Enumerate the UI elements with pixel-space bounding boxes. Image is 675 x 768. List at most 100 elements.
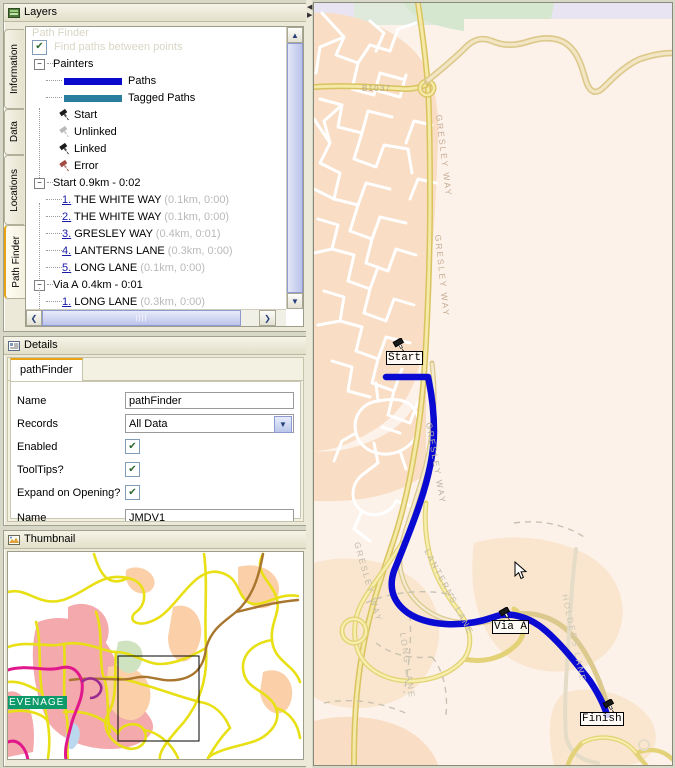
legend-item-linked[interactable]: Linked (26, 141, 286, 158)
layers-vertical-tabs: Information Data Locations Path Finder (4, 24, 26, 327)
layers-panel: Layers Information Data Locations Path F… (3, 3, 308, 332)
tree-hscroll-thumb[interactable]: |||| (42, 310, 241, 326)
vtab-data[interactable]: Data (4, 109, 24, 155)
leg-name: LANTERNS LANE (74, 245, 165, 257)
start-group-summary: 0.9km - 0:02 (79, 177, 141, 189)
scroll-left-icon: ❮ (30, 313, 38, 323)
scroll-down-button[interactable]: ▼ (287, 293, 303, 309)
enabled-check-glyph: ✔ (128, 440, 137, 452)
enabled-checkbox[interactable]: ✔ (125, 439, 140, 454)
field-row-records: Records All Data ▼ (17, 413, 294, 434)
legend-item-unlinked[interactable]: Unlinked (26, 124, 286, 141)
expand-on-opening-checkbox[interactable]: ✔ (125, 485, 140, 500)
records-select[interactable]: All Data ▼ (125, 414, 294, 433)
name-2-field[interactable]: JMDV1 (125, 509, 294, 521)
field-row-enabled: Enabled ✔ (17, 436, 294, 457)
svg-text:B1037: B1037 (362, 84, 391, 93)
tree-group-painters[interactable]: − Painters (26, 56, 286, 73)
legend-label-unlinked: Unlinked (74, 126, 117, 138)
vtab-locations-label: Locations (9, 168, 20, 212)
details-icon (8, 340, 20, 352)
map-canvas[interactable]: B1037 GRESLEY WAY GRESLEY WAY GRESLEY WA… (313, 2, 673, 766)
tree-group-via-a[interactable]: − Via A 0.4km - 0:01 (26, 277, 286, 294)
tree-group-start[interactable]: − Start 0.9km - 0:02 (26, 175, 286, 192)
leg-info: (0.3km, 0:00) (167, 245, 233, 257)
field-row-name-2: Name JMDV1 (17, 507, 294, 521)
splitter-collapse-arrows[interactable]: ◀ ▶ (307, 4, 312, 26)
details-panel-title-text: Details (24, 339, 58, 351)
thumbnail-panel: Thumbnail EVENAGE (3, 530, 308, 767)
scroll-up-button[interactable]: ▲ (287, 27, 303, 43)
leg-number: 5. (62, 262, 72, 274)
route-leg-row[interactable]: 1. THE WHITE WAY (0.1km, 0:00) (26, 192, 286, 209)
thumbnail-panel-body[interactable]: EVENAGE (7, 551, 304, 760)
vtab-path-finder[interactable]: Path Finder (4, 225, 26, 299)
legend-item-start[interactable]: Start (26, 107, 286, 124)
leg-number: 1. (62, 296, 72, 308)
thumbnail-icon (8, 534, 20, 546)
leg-number: 1. (62, 194, 72, 206)
leg-info: (0.4km, 0:01) (155, 228, 221, 240)
tree-vertical-scrollbar[interactable]: ▲ ▼ (286, 27, 303, 309)
thumbnail-map[interactable]: EVENAGE (8, 552, 303, 759)
field-label-expand-on-opening: Expand on Opening? (17, 486, 121, 499)
tree-root-row[interactable]: ✔ Find paths between points (26, 39, 286, 56)
path-finder-enabled-checkbox[interactable]: ✔ (32, 39, 47, 55)
legend-item-tagged-paths[interactable]: Tagged Paths (26, 90, 286, 107)
scroll-thumb-grip: |||| (135, 314, 148, 322)
start-group-expander[interactable]: − (34, 177, 45, 189)
marker-via-a[interactable]: Via A (492, 606, 530, 634)
mouse-cursor (514, 560, 528, 584)
details-panel-body: pathFinder Name pathFinder Records All D… (7, 357, 304, 522)
tree-vscroll-thumb[interactable] (287, 43, 303, 293)
vtab-locations[interactable]: Locations (4, 155, 24, 225)
route-leg-row[interactable]: 2. THE WHITE WAY (0.1km, 0:00) (26, 209, 286, 226)
vertical-splitter[interactable] (306, 0, 312, 768)
leg-name: LONG LANE (74, 262, 138, 274)
painters-expander[interactable]: − (34, 58, 45, 70)
details-panel-title: Details (4, 337, 307, 355)
leg-name: LONG LANE (74, 296, 138, 308)
tree-ghost-title: Path Finder (32, 27, 89, 39)
tab-path-finder[interactable]: pathFinder (10, 358, 83, 382)
route-leg-row[interactable]: 1. LONG LANE (0.3km, 0:00) (26, 294, 286, 309)
marker-finish[interactable]: Finish (580, 698, 624, 726)
chevron-down-icon[interactable]: ▼ (274, 416, 292, 433)
tree-horizontal-scrollbar[interactable]: ❮ |||| ❯ (26, 309, 286, 326)
name-field[interactable]: pathFinder (125, 392, 294, 409)
legend-item-paths[interactable]: Paths (26, 73, 286, 90)
via-a-group-summary: 0.4km - 0:01 (81, 279, 143, 291)
marker-start-label: Start (386, 351, 424, 365)
application-window: Layers Information Data Locations Path F… (0, 0, 675, 768)
leg-info: (0.1km, 0:00) (164, 211, 230, 223)
pin-icon-linked (58, 142, 72, 156)
legend-label-start: Start (74, 109, 98, 121)
field-row-name: Name pathFinder (17, 390, 294, 411)
scroll-down-icon: ▼ (291, 296, 299, 306)
leg-number: 4. (62, 245, 72, 257)
painters-label: Painters (53, 58, 94, 70)
scroll-left-button[interactable]: ❮ (26, 310, 42, 326)
legend-item-error[interactable]: Error (26, 158, 286, 175)
leg-name: GRESLEY WAY (74, 228, 153, 240)
route-leg-row[interactable]: 4. LANTERNS LANE (0.3km, 0:00) (26, 243, 286, 260)
tooltips-checkbox[interactable]: ✔ (125, 462, 140, 477)
expand-check-glyph: ✔ (128, 486, 137, 498)
scroll-up-icon: ▲ (291, 30, 299, 40)
vtab-data-label: Data (9, 121, 20, 143)
route-leg-row[interactable]: 3. GRESLEY WAY (0.4km, 0:01) (26, 226, 286, 243)
leg-number: 3. (62, 228, 72, 240)
vtab-information[interactable]: Information (4, 29, 24, 109)
pin-icon-unlinked (58, 125, 72, 139)
details-tabstrip: pathFinder (8, 358, 303, 382)
scroll-right-button[interactable]: ❯ (259, 310, 276, 326)
pin-icon-start (58, 108, 72, 122)
field-row-expand-on-opening: Expand on Opening? ✔ (17, 482, 294, 503)
tree-ghost-title-row: Path Finder (26, 27, 286, 39)
map-svg: B1037 GRESLEY WAY GRESLEY WAY GRESLEY WA… (314, 3, 672, 765)
field-label-name: Name (17, 394, 47, 407)
marker-start[interactable]: Start (386, 337, 424, 365)
path-finder-tree[interactable]: Path Finder ✔ Find paths between points … (26, 27, 286, 309)
start-group-label: Start (53, 177, 77, 189)
route-leg-row[interactable]: 5. LONG LANE (0.1km, 0:00) (26, 260, 286, 277)
